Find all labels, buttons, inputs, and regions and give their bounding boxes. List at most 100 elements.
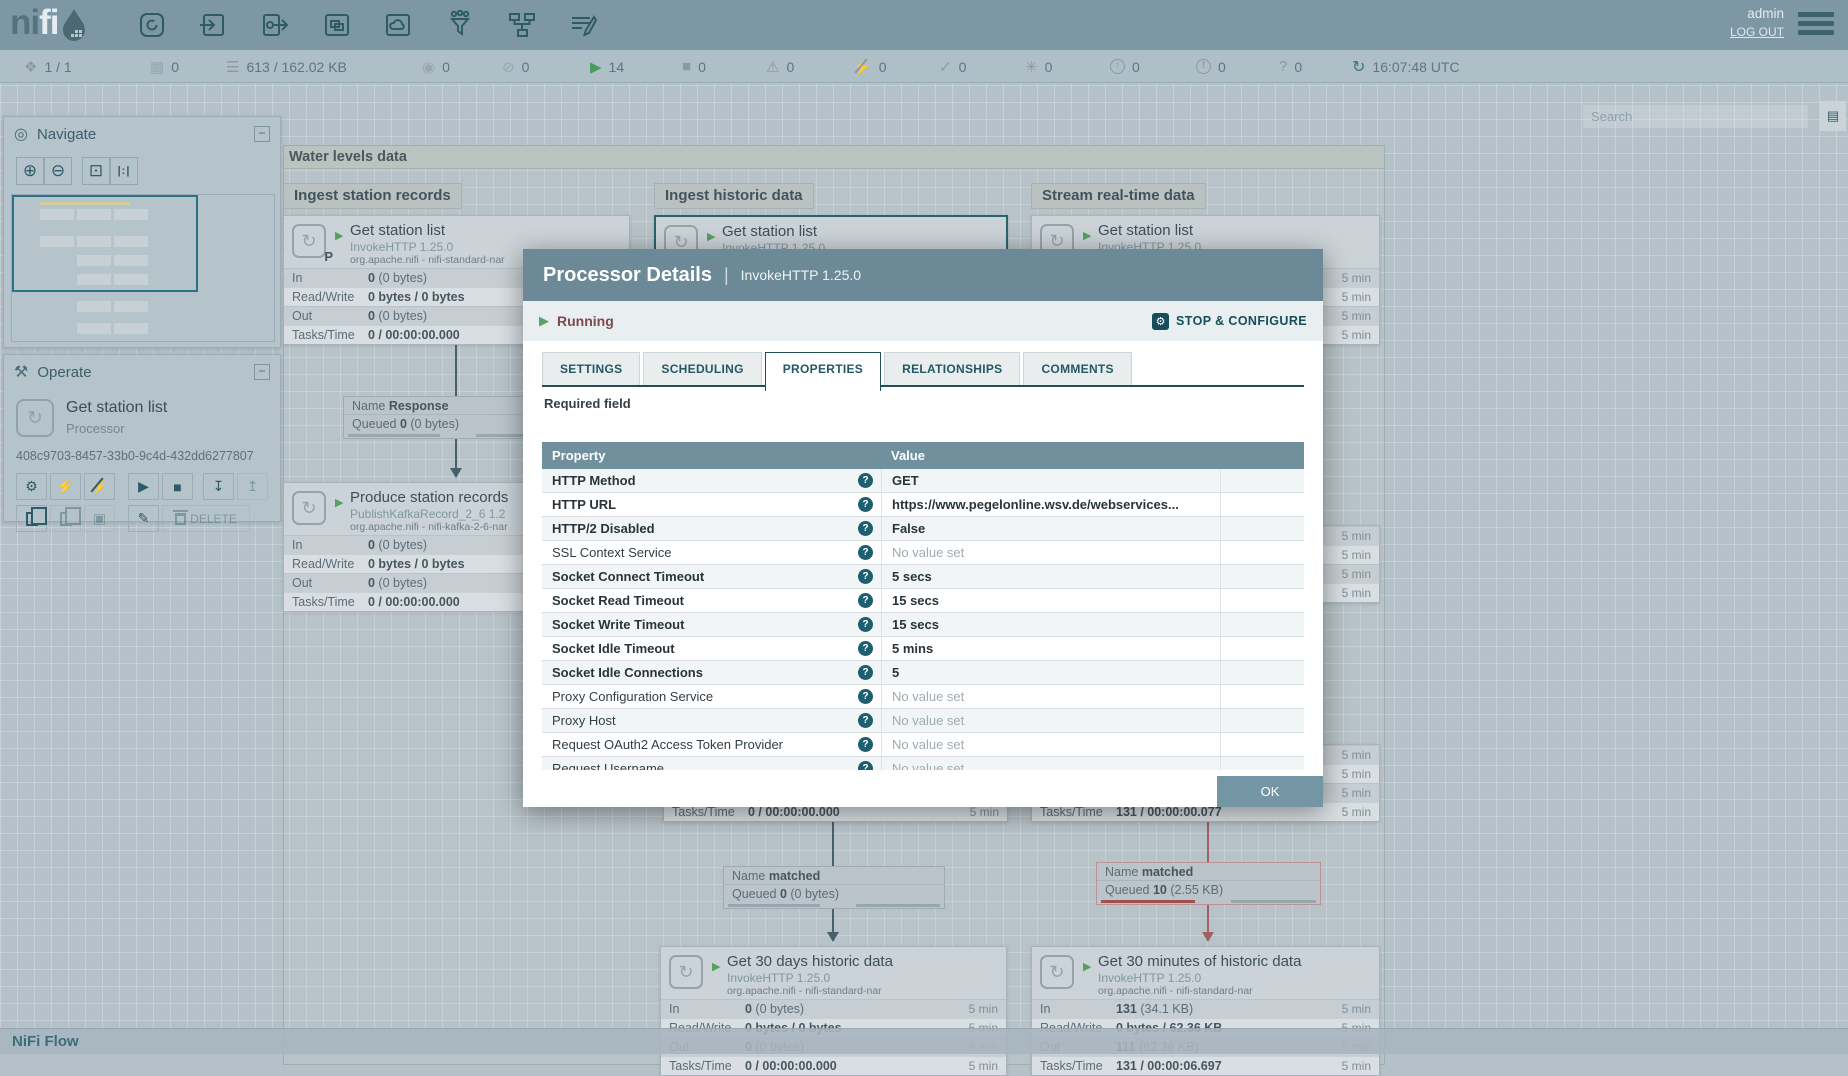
primary-node-badge: P	[324, 249, 333, 264]
connection-queued-count: 10	[1152, 883, 1167, 897]
zoom-actual-size-button[interactable]: |:|	[110, 157, 138, 185]
help-icon[interactable]: ?	[858, 521, 873, 536]
processor-node[interactable]: ↻ ▶ Get 30 days historic data InvokeHTTP…	[660, 946, 1007, 1076]
stop-and-configure-button[interactable]: ⚙ STOP & CONFIGURE	[1152, 312, 1307, 330]
property-row[interactable]: HTTP/2 Disabled ? False	[542, 517, 1304, 541]
search-input[interactable]	[1583, 105, 1808, 128]
bulletin-board-button[interactable]: ▤	[1820, 101, 1846, 131]
help-icon[interactable]: ?	[858, 473, 873, 488]
template-draggable-icon[interactable]	[505, 8, 539, 42]
property-row[interactable]: Socket Read Timeout ? 15 secs	[542, 589, 1304, 613]
property-row[interactable]: Proxy Host ? No value set	[542, 709, 1304, 733]
property-row[interactable]: Socket Idle Connections ? 5	[542, 661, 1304, 685]
property-row[interactable]: SSL Context Service ? No value set	[542, 541, 1304, 565]
group-label[interactable]: Ingest historic data	[654, 183, 814, 209]
upload-template-button[interactable]: ↥	[237, 473, 268, 500]
connection-label[interactable]: Name matched Queued 0 (0 bytes)	[723, 866, 945, 909]
status-count: 613 / 162.02 KB	[246, 58, 347, 75]
status-icon: ✓	[939, 58, 952, 76]
processor-bundle: org.apache.nifi - nifi-kafka-2-6-nar	[350, 521, 508, 533]
process-group-draggable-icon[interactable]	[320, 8, 354, 42]
backpressure-bars	[724, 903, 944, 908]
property-row[interactable]: Socket Connect Timeout ? 5 secs	[542, 565, 1304, 589]
minimap-node	[114, 323, 148, 334]
property-value: 5 mins	[892, 641, 934, 656]
enable-button[interactable]: ⚡	[50, 473, 81, 500]
input-port-draggable-icon[interactable]	[196, 8, 230, 42]
group-label[interactable]: Ingest station records	[283, 183, 462, 209]
save-template-button[interactable]: ↧	[203, 473, 234, 500]
birdseye-minimap[interactable]	[11, 194, 275, 342]
remote-process-group-draggable-icon[interactable]	[381, 8, 415, 42]
app-header: ni fi admin LOG OUT	[0, 0, 1848, 50]
group-label[interactable]: Stream real-time data	[1031, 183, 1206, 209]
property-row[interactable]: Request OAuth2 Access Token Provider ? N…	[542, 733, 1304, 757]
fill-color-button[interactable]: ✎	[128, 505, 159, 532]
dialog-tab[interactable]: SCHEDULING	[643, 352, 762, 385]
ok-button[interactable]: OK	[1217, 776, 1323, 807]
funnel-draggable-icon[interactable]	[443, 8, 477, 42]
last-refreshed-time: ↻ 16:07:48 UTC	[1352, 50, 1460, 83]
dialog-header: Processor Details | InvokeHTTP 1.25.0	[523, 249, 1323, 301]
property-value: https://www.pegelonline.wsv.de/webservic…	[892, 497, 1179, 512]
connection-name-value: Response	[388, 399, 449, 413]
start-button[interactable]: ▶	[128, 473, 159, 500]
configure-button[interactable]: ⚙	[16, 473, 47, 500]
status-icon: ■	[682, 58, 692, 75]
help-icon[interactable]: ?	[858, 641, 873, 656]
help-icon[interactable]: ?	[858, 497, 873, 512]
zoom-out-button[interactable]: ⊖	[44, 157, 72, 185]
connection-arrow-icon	[1202, 932, 1214, 942]
property-name: Request OAuth2 Access Token Provider	[552, 737, 783, 752]
status-icon: ?	[1279, 58, 1288, 75]
paste-button[interactable]	[50, 505, 81, 532]
collapse-navigate-button[interactable]: −	[254, 126, 270, 142]
zoom-in-button[interactable]: ⊕	[16, 157, 44, 185]
property-row[interactable]: Request Username ? No value set	[542, 757, 1304, 770]
processor-name: Get station list	[1098, 222, 1194, 239]
help-icon[interactable]: ?	[858, 665, 873, 680]
selected-component-id: 408c9703-8457-33b0-9c4d-432dd6277807	[16, 449, 254, 463]
collapse-operate-button[interactable]: −	[254, 364, 270, 380]
property-value: 15 secs	[892, 593, 939, 608]
operate-icon: ⚒	[14, 364, 29, 381]
stop-button[interactable]: ■	[162, 473, 193, 500]
dialog-tab[interactable]: RELATIONSHIPS	[884, 352, 1021, 385]
copy-button[interactable]	[16, 505, 47, 532]
minimap-viewport[interactable]	[12, 195, 198, 292]
gear-icon: ⚙	[1152, 312, 1170, 330]
status-icon: ✳	[1025, 58, 1038, 76]
property-row[interactable]: Socket Write Timeout ? 15 secs	[542, 613, 1304, 637]
global-menu-icon[interactable]	[1798, 12, 1834, 39]
help-icon[interactable]: ?	[858, 593, 873, 608]
help-icon[interactable]: ?	[858, 761, 873, 770]
help-icon[interactable]: ?	[858, 569, 873, 584]
label-draggable-icon[interactable]	[566, 8, 600, 42]
property-row[interactable]: Proxy Configuration Service ? No value s…	[542, 685, 1304, 709]
delete-button[interactable]: DELETE	[162, 505, 250, 532]
processor-node[interactable]: ↻ ▶ Get 30 minutes of historic data Invo…	[1031, 946, 1380, 1076]
group-button[interactable]: ▣	[84, 505, 115, 532]
dialog-tab[interactable]: SETTINGS	[542, 352, 641, 385]
property-row[interactable]: HTTP Method ? GET	[542, 469, 1304, 493]
disable-button[interactable]: ⚡	[84, 473, 115, 500]
breadcrumb[interactable]: NiFi Flow	[12, 1033, 79, 1050]
processor-draggable-icon[interactable]	[135, 8, 169, 42]
dialog-tab[interactable]: PROPERTIES	[764, 352, 882, 391]
status-icon: ▶	[590, 58, 602, 76]
property-row[interactable]: Socket Idle Timeout ? 5 mins	[542, 637, 1304, 661]
property-row[interactable]: HTTP URL ? https://www.pegelonline.wsv.d…	[542, 493, 1304, 517]
dialog-tab[interactable]: COMMENTS	[1023, 352, 1132, 385]
output-port-draggable-icon[interactable]	[258, 8, 292, 42]
stale-versioned: ↑ 0	[1110, 50, 1140, 83]
logout-link[interactable]: LOG OUT	[1730, 25, 1784, 39]
help-icon[interactable]: ?	[858, 713, 873, 728]
connection-label[interactable]: Name matched Queued 10 (2.55 KB)	[1096, 862, 1321, 905]
status-count: 0	[1044, 58, 1053, 75]
help-icon[interactable]: ?	[858, 617, 873, 632]
help-icon[interactable]: ?	[858, 737, 873, 752]
zoom-fit-button[interactable]: ⊡	[82, 157, 110, 185]
property-value: No value set	[892, 689, 965, 704]
help-icon[interactable]: ?	[858, 545, 873, 560]
help-icon[interactable]: ?	[858, 689, 873, 704]
